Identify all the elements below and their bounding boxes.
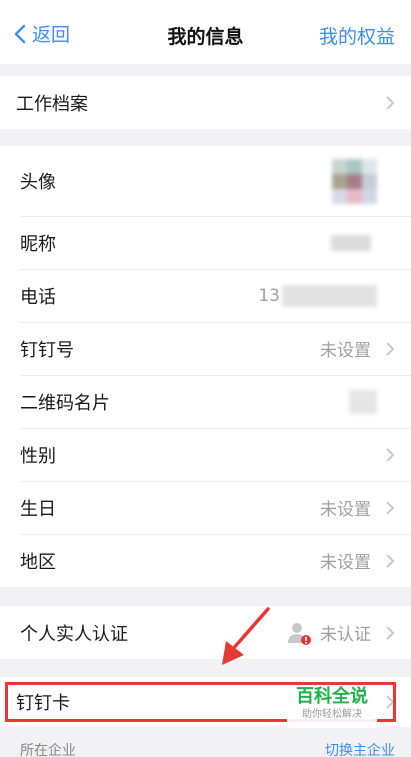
chevron-right-icon — [386, 95, 395, 110]
chevron-right-icon — [386, 553, 395, 568]
avatar-label: 头像 — [20, 172, 56, 193]
switch-company-link[interactable]: 切换主企业 — [325, 740, 395, 757]
work-profile-row[interactable]: 工作档案 — [0, 76, 411, 129]
region-value: 未设置 — [320, 553, 371, 573]
avatar-row[interactable]: 头像 — [0, 146, 411, 216]
phone-label: 电话 — [20, 286, 56, 308]
profile-info-group: 头像 昵称 电话 13 钉钉号 未设置 二维码名片 性别 生日 未设置 地区 未… — [0, 146, 411, 587]
chevron-right-icon — [386, 447, 395, 462]
birthday-value: 未设置 — [320, 500, 371, 520]
navbar: 返回 我的信息 我的权益 — [0, 0, 411, 64]
red-arrow-icon — [222, 607, 270, 665]
company-label: 所在企业 — [20, 743, 76, 757]
avatar-image — [332, 158, 377, 204]
birthday-row[interactable]: 生日 未设置 — [0, 481, 411, 534]
chevron-right-icon — [386, 341, 395, 356]
region-row[interactable]: 地区 未设置 — [0, 534, 411, 587]
region-label: 地区 — [20, 551, 56, 573]
my-benefits-link[interactable]: 我的权益 — [319, 22, 395, 49]
blurred-nickname — [331, 234, 371, 251]
phone-prefix: 13 — [258, 285, 280, 306]
gender-label: 性别 — [20, 445, 56, 467]
blurred-phone — [282, 284, 377, 307]
phone-row[interactable]: 电话 13 — [0, 269, 411, 322]
gender-row[interactable]: 性别 — [0, 428, 411, 481]
watermark-logo: 百科全说 助你轻松解决 — [287, 686, 377, 728]
chevron-right-icon — [386, 500, 395, 515]
work-profile-group: 工作档案 — [0, 76, 411, 129]
phone-value: 13 — [258, 284, 377, 307]
watermark-main: 百科全说 — [296, 686, 368, 707]
dingtalk-id-row[interactable]: 钉钉号 未设置 — [0, 322, 411, 375]
user-unverified-icon — [288, 622, 311, 645]
work-profile-label: 工作档案 — [16, 93, 88, 115]
dingtalk-id-value: 未设置 — [320, 341, 371, 361]
nickname-row[interactable]: 昵称 — [0, 216, 411, 269]
blurred-qr — [349, 389, 377, 414]
qr-card-row[interactable]: 二维码名片 — [0, 375, 411, 428]
verification-label: 个人实人认证 — [20, 623, 128, 645]
chevron-right-icon — [386, 625, 395, 640]
verification-status: 未认证 — [286, 620, 371, 646]
nickname-value — [331, 234, 371, 251]
avatar — [332, 158, 377, 204]
birthday-label: 生日 — [20, 498, 56, 520]
verification-value: 未认证 — [320, 625, 371, 645]
nickname-label: 昵称 — [20, 233, 56, 255]
qr-code — [349, 389, 377, 414]
dingtalk-id-label: 钉钉号 — [20, 339, 74, 361]
watermark-sub: 助你轻松解决 — [302, 709, 362, 720]
qr-card-label: 二维码名片 — [20, 392, 110, 414]
